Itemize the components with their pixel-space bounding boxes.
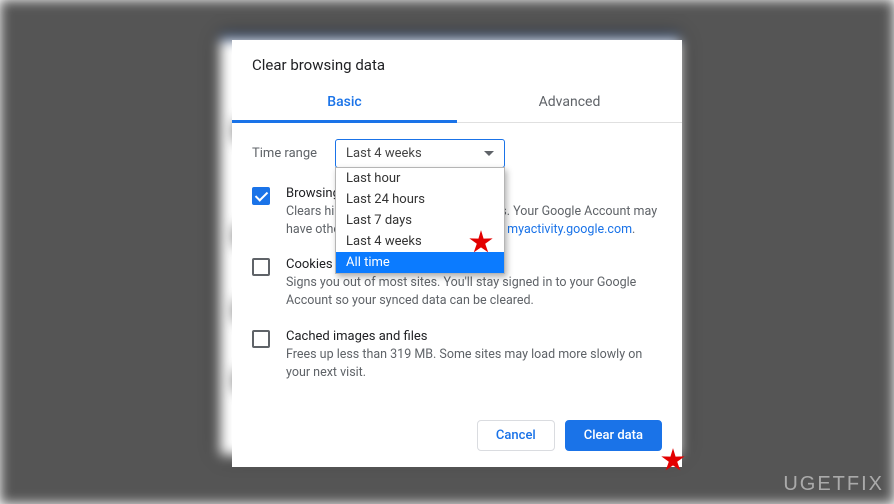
time-range-row: Time range Last 4 weeks Last hour Last 2…	[252, 139, 662, 168]
chevron-down-icon	[484, 151, 494, 156]
dialog-body: Time range Last 4 weeks Last hour Last 2…	[232, 123, 682, 408]
option-desc: Signs you out of most sites. You'll stay…	[286, 274, 662, 310]
dialog-title: Clear browsing data	[232, 40, 682, 84]
option-title: Cached images and files	[286, 329, 662, 344]
checkbox-browsing-history[interactable]	[252, 187, 270, 205]
dropdown-option-last-hour[interactable]: Last hour	[336, 168, 504, 189]
tab-basic[interactable]: Basic	[232, 84, 457, 122]
checkbox-cached[interactable]	[252, 330, 270, 348]
time-range-select[interactable]: Last 4 weeks Last hour Last 24 hours Las…	[335, 139, 505, 168]
dropdown-option-all-time[interactable]: All time	[336, 252, 504, 273]
time-range-dropdown: Last hour Last 24 hours Last 7 days Last…	[335, 167, 505, 274]
tabs: Basic Advanced	[232, 84, 682, 123]
dropdown-option-last-24-hours[interactable]: Last 24 hours	[336, 189, 504, 210]
time-range-value: Last 4 weeks	[346, 146, 422, 161]
cancel-button[interactable]: Cancel	[477, 420, 555, 451]
clear-data-button[interactable]: Clear data	[565, 420, 662, 451]
watermark: UGETFIX	[783, 473, 884, 496]
clear-browsing-data-dialog: Clear browsing data Basic Advanced Time …	[232, 40, 682, 467]
time-range-label: Time range	[252, 146, 317, 161]
checkbox-cookies[interactable]	[252, 258, 270, 276]
option-desc: Frees up less than 319 MB. Some sites ma…	[286, 346, 662, 382]
tab-advanced[interactable]: Advanced	[457, 84, 682, 122]
option-cached: Cached images and files Frees up less th…	[252, 329, 662, 382]
myactivity-link[interactable]: myactivity.google.com	[507, 222, 632, 237]
dropdown-option-last-4-weeks[interactable]: Last 4 weeks	[336, 231, 504, 252]
dialog-footer: Cancel Clear data	[232, 408, 682, 467]
dropdown-option-last-7-days[interactable]: Last 7 days	[336, 210, 504, 231]
